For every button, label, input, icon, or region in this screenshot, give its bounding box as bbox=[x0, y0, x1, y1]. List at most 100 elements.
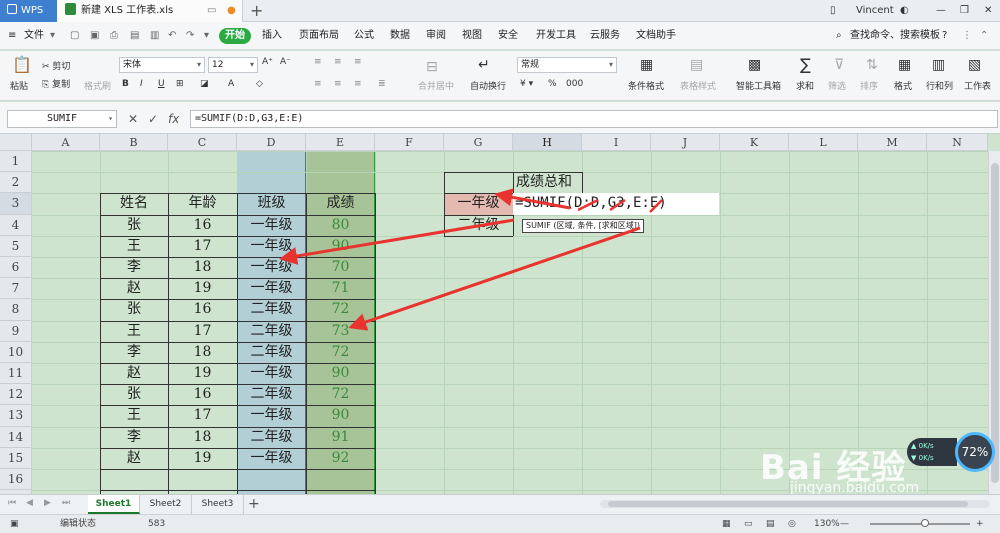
last-sheet-icon[interactable]: ⏭ bbox=[62, 498, 70, 508]
column-header-l[interactable]: L bbox=[789, 134, 858, 151]
menu-tab-doc-assistant[interactable]: 文档助手 bbox=[636, 22, 676, 50]
font-shrink-icon[interactable]: A⁻ bbox=[280, 57, 291, 67]
table-cell[interactable]: 一年级 bbox=[237, 448, 306, 469]
justify-icon[interactable]: ≣ bbox=[378, 79, 386, 89]
menu-tab-data[interactable]: 数据 bbox=[390, 22, 410, 50]
print-icon[interactable]: ⎙ bbox=[110, 22, 118, 50]
row-header-7[interactable]: 7 bbox=[0, 278, 32, 300]
menu-tab-view[interactable]: 视图 bbox=[462, 22, 482, 50]
formula-input[interactable]: =SUMIF(D:D,G3,E:E) bbox=[190, 110, 998, 128]
filter-icon[interactable]: ⊽ bbox=[834, 57, 844, 73]
menu-tab-developer[interactable]: 开发工具 bbox=[536, 22, 576, 50]
row-header-1[interactable]: 1 bbox=[0, 151, 32, 173]
thousands-icon[interactable]: 000 bbox=[566, 79, 583, 89]
table-cell[interactable]: 二年级 bbox=[237, 342, 306, 363]
copy-button[interactable]: ⎘ 复制 bbox=[42, 77, 70, 90]
table-cell[interactable]: 张 bbox=[100, 215, 168, 236]
table-cell[interactable]: 赵 bbox=[100, 278, 168, 299]
row-header-5[interactable]: 5 bbox=[0, 235, 32, 257]
filter-button[interactable]: 筛选 bbox=[828, 79, 846, 92]
table-cell[interactable]: 一年级 bbox=[237, 278, 306, 299]
name-box[interactable]: SUMIF bbox=[7, 110, 117, 128]
column-header-a[interactable]: A bbox=[32, 134, 100, 151]
conditional-format-icon[interactable]: ▦ bbox=[640, 57, 653, 73]
page-break-view-icon[interactable]: ▤ bbox=[766, 515, 775, 533]
align-bottom-icon[interactable]: ≡ bbox=[354, 57, 362, 67]
row-header-4[interactable]: 4 bbox=[0, 214, 32, 236]
condition-cell-grade1[interactable]: 一年级 bbox=[444, 193, 513, 215]
table-cell[interactable]: 18 bbox=[168, 257, 237, 278]
save-icon[interactable]: ▣ bbox=[90, 22, 99, 50]
column-header-j[interactable]: J bbox=[651, 134, 720, 151]
table-cell[interactable]: 72 bbox=[306, 299, 375, 320]
column-header-k[interactable]: K bbox=[720, 134, 789, 151]
table-style-icon[interactable]: ▤ bbox=[690, 57, 703, 73]
accept-icon[interactable]: ✓ bbox=[148, 110, 158, 128]
column-header-f[interactable]: F bbox=[375, 134, 444, 151]
table-cell[interactable]: 一年级 bbox=[237, 405, 306, 426]
menu-tab-page-layout[interactable]: 页面布局 bbox=[299, 22, 339, 50]
menu-tab-formulas[interactable]: 公式 bbox=[354, 22, 374, 50]
column-header-i[interactable]: I bbox=[582, 134, 651, 151]
table-cell[interactable]: 18 bbox=[168, 427, 237, 448]
table-cell[interactable]: 90 bbox=[306, 363, 375, 384]
row-col-icon[interactable]: ▥ bbox=[932, 57, 945, 73]
row-header-2[interactable]: 2 bbox=[0, 172, 32, 194]
format-icon[interactable]: ▦ bbox=[898, 57, 911, 73]
horizontal-scrollbar[interactable] bbox=[600, 500, 990, 508]
table-cell[interactable]: 王 bbox=[100, 236, 168, 257]
menu-tab-start[interactable]: 开始 bbox=[219, 28, 251, 44]
cut-button[interactable]: ✂ 剪切 bbox=[42, 59, 70, 72]
table-cell[interactable]: 92 bbox=[306, 448, 375, 469]
menu-tab-cloud[interactable]: 云服务 bbox=[590, 22, 620, 50]
cell-formula-editor[interactable]: =SUMIF(D:D,G3,E:E) bbox=[513, 193, 719, 215]
quick-access-open-icon[interactable]: ▢ bbox=[70, 22, 79, 50]
table-cell[interactable]: 一年级 bbox=[237, 257, 306, 278]
page-layout-view-icon[interactable]: ▭ bbox=[744, 515, 753, 533]
column-header-e[interactable]: E bbox=[306, 134, 375, 151]
export-pdf-icon[interactable]: ▥ bbox=[150, 22, 159, 50]
zoom-slider[interactable] bbox=[870, 519, 970, 527]
zoom-level[interactable]: 130% bbox=[814, 515, 840, 533]
table-cell[interactable]: 16 bbox=[168, 299, 237, 320]
font-grow-icon[interactable]: A⁺ bbox=[262, 57, 273, 67]
insert-function-icon[interactable]: fx bbox=[168, 110, 179, 128]
table-cell[interactable]: 19 bbox=[168, 363, 237, 384]
paste-icon[interactable]: 📋 bbox=[12, 55, 32, 74]
column-header-g[interactable]: G bbox=[444, 134, 513, 151]
table-cell[interactable]: 二年级 bbox=[237, 299, 306, 320]
table-header-cell[interactable]: 成绩 bbox=[306, 193, 375, 214]
table-cell[interactable]: 李 bbox=[100, 257, 168, 278]
clear-format-icon[interactable]: ◇ bbox=[256, 79, 263, 89]
macro-record-icon[interactable]: ▣ bbox=[10, 515, 19, 533]
table-cell[interactable]: 16 bbox=[168, 384, 237, 405]
row-header-3[interactable]: 3 bbox=[0, 193, 32, 215]
wrap-text-icon[interactable]: ↵ bbox=[478, 57, 490, 73]
table-cell[interactable]: 张 bbox=[100, 299, 168, 320]
close-button[interactable]: ✕ bbox=[984, 0, 992, 22]
align-right-icon[interactable]: ≡ bbox=[354, 79, 362, 89]
table-cell[interactable]: 王 bbox=[100, 405, 168, 426]
table-cell[interactable]: 一年级 bbox=[237, 363, 306, 384]
sort-icon[interactable]: ⇅ bbox=[866, 57, 878, 73]
table-cell[interactable]: 16 bbox=[168, 215, 237, 236]
sort-button[interactable]: 排序 bbox=[860, 79, 878, 92]
format-button[interactable]: 格式 bbox=[894, 79, 912, 92]
table-cell[interactable]: 71 bbox=[306, 278, 375, 299]
chevron-down-icon[interactable]: ▾ bbox=[50, 22, 55, 50]
cancel-icon[interactable]: ✕ bbox=[128, 110, 138, 128]
row-header-9[interactable]: 9 bbox=[0, 320, 32, 342]
table-cell[interactable]: 72 bbox=[306, 384, 375, 405]
summary-header-cell[interactable]: 成绩总和 bbox=[513, 172, 582, 193]
condition-cell-grade2[interactable]: 二年级 bbox=[444, 215, 513, 236]
minimize-button[interactable]: — bbox=[936, 0, 946, 22]
table-header-cell[interactable]: 班级 bbox=[237, 193, 306, 214]
row-header-15[interactable]: 15 bbox=[0, 447, 32, 469]
table-cell[interactable]: 一年级 bbox=[237, 215, 306, 236]
sheet-tab-2[interactable]: Sheet2 bbox=[140, 495, 192, 514]
font-size-select[interactable]: 12 bbox=[208, 57, 258, 73]
zoom-slider-knob[interactable] bbox=[921, 519, 929, 527]
float-window-icon[interactable]: ▭ bbox=[207, 0, 216, 22]
undo-icon[interactable]: ↶ bbox=[168, 22, 176, 50]
italic-button[interactable]: I bbox=[140, 79, 143, 89]
